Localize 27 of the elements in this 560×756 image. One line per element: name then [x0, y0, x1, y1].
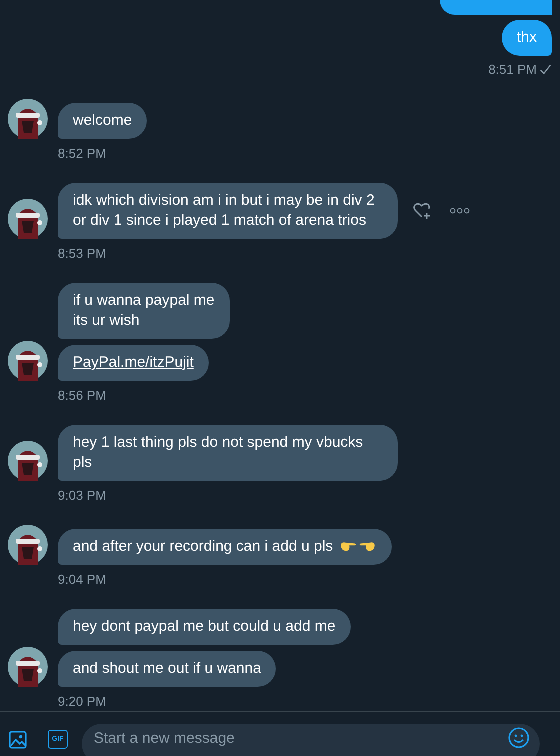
message-bubble: hey 1 last thing pls do not spend my vbucks pls: [58, 425, 398, 481]
message-bubble: if u wanna paypal me its ur wish: [58, 283, 230, 339]
timestamp: 8:53 PM: [58, 246, 108, 261]
timestamp: 8:56 PM: [58, 388, 108, 403]
timestamp: 8:52 PM: [58, 146, 108, 161]
message-bubble: hey dont paypal me but could u add me: [58, 609, 351, 645]
avatar: [8, 199, 48, 239]
timestamp: 9:20 PM: [58, 694, 108, 709]
avatar: [8, 647, 48, 687]
message-bubble: idk which division am i in but i may be in div 2 or div 1 since i played 1 match of arena trios: [58, 183, 398, 239]
message-text: and after your recording can i add u pls: [73, 537, 334, 557]
link[interactable]: PayPal.me/itzPujit: [73, 354, 194, 371]
avatar: [8, 341, 48, 381]
message-input[interactable]: Start a new message: [82, 724, 540, 756]
avatar: [8, 441, 48, 481]
heart-plus-icon[interactable]: [412, 201, 432, 221]
timestamp: 9:04 PM: [58, 572, 108, 587]
message-bubble: thx: [502, 20, 552, 56]
emoji-icon[interactable]: [508, 727, 530, 749]
timestamp: 9:03 PM: [58, 488, 108, 503]
image-icon[interactable]: [8, 730, 28, 750]
timestamp: 8:51 PM: [488, 62, 537, 77]
message-bubble: welcome: [58, 103, 148, 139]
avatar: [8, 99, 48, 139]
more-icon[interactable]: [450, 207, 470, 215]
avatar: [8, 525, 48, 565]
message-bubble: and shout me out if u wanna: [58, 651, 276, 687]
